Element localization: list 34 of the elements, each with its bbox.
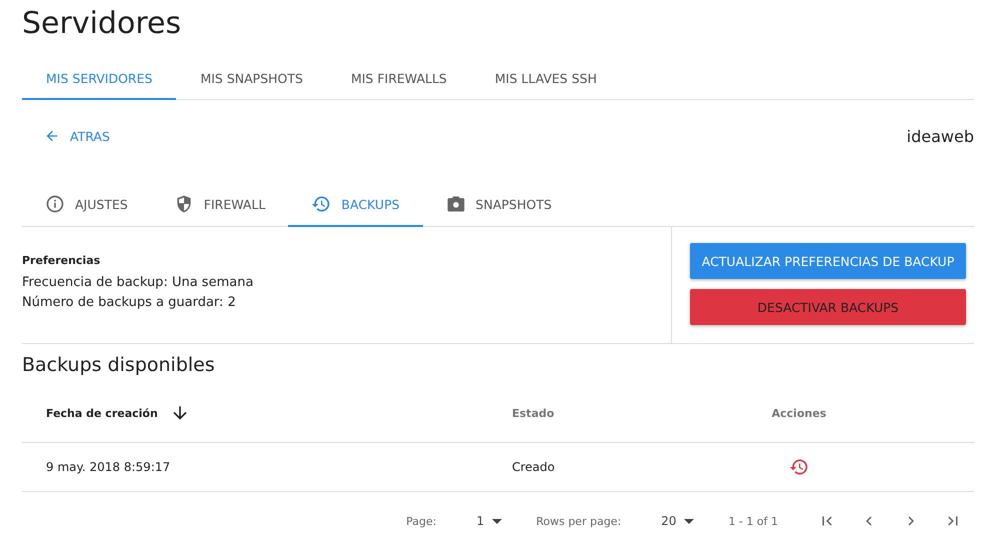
camera-icon: [446, 194, 466, 214]
tab[interactable]: SNAPSHOTS: [422, 183, 575, 227]
column-header: Estado: [512, 406, 556, 420]
tab[interactable]: BACKUPS: [288, 183, 423, 227]
caret-down-icon: [492, 518, 502, 524]
preference-line: Frecuencia de backup: Una semana: [22, 274, 254, 292]
section-title: Backups disponibles: [22, 354, 216, 378]
preference-line: Número de backups a guardar: 2: [22, 294, 237, 312]
caret-down-icon: [684, 518, 694, 524]
tab[interactable]: MIS SNAPSHOTS: [176, 58, 327, 100]
page-label: Page:: [406, 514, 436, 528]
table-cell-text: 9 may. 2018 8:59:17: [46, 460, 172, 474]
tab[interactable]: MIS FIREWALLS: [326, 58, 471, 100]
column-header[interactable]: Fecha de creación: [46, 403, 512, 423]
history-icon: [311, 194, 332, 214]
tab[interactable]: MIS SERVIDORES: [22, 58, 176, 100]
preferences-heading: Preferencias: [22, 253, 102, 269]
arrow-left-icon: [44, 128, 60, 144]
tab[interactable]: AJUSTES: [22, 183, 151, 227]
table-cell-text: Creado: [512, 460, 556, 474]
tab[interactable]: MIS LLAVES SSH: [470, 58, 621, 100]
rows-select[interactable]: 20: [661, 514, 694, 528]
tab[interactable]: FIREWALL: [150, 183, 288, 227]
back-link[interactable]: ATRAS: [22, 128, 110, 144]
server-name: ideaweb: [906, 126, 974, 146]
page-select[interactable]: 1: [476, 514, 502, 528]
info-icon: [45, 194, 65, 214]
column-header: Acciones: [770, 406, 828, 420]
restore-icon[interactable]: [789, 457, 809, 477]
update-button[interactable]: ACTUALIZAR PREFERENCIAS DE BACKUP: [690, 243, 966, 279]
page-title: Servidores: [22, 5, 182, 43]
deactivate-button[interactable]: DESACTIVAR BACKUPS: [690, 289, 966, 325]
rows-label: Rows per page:: [536, 514, 622, 528]
page-range: 1 - 1 of 1: [728, 514, 778, 528]
